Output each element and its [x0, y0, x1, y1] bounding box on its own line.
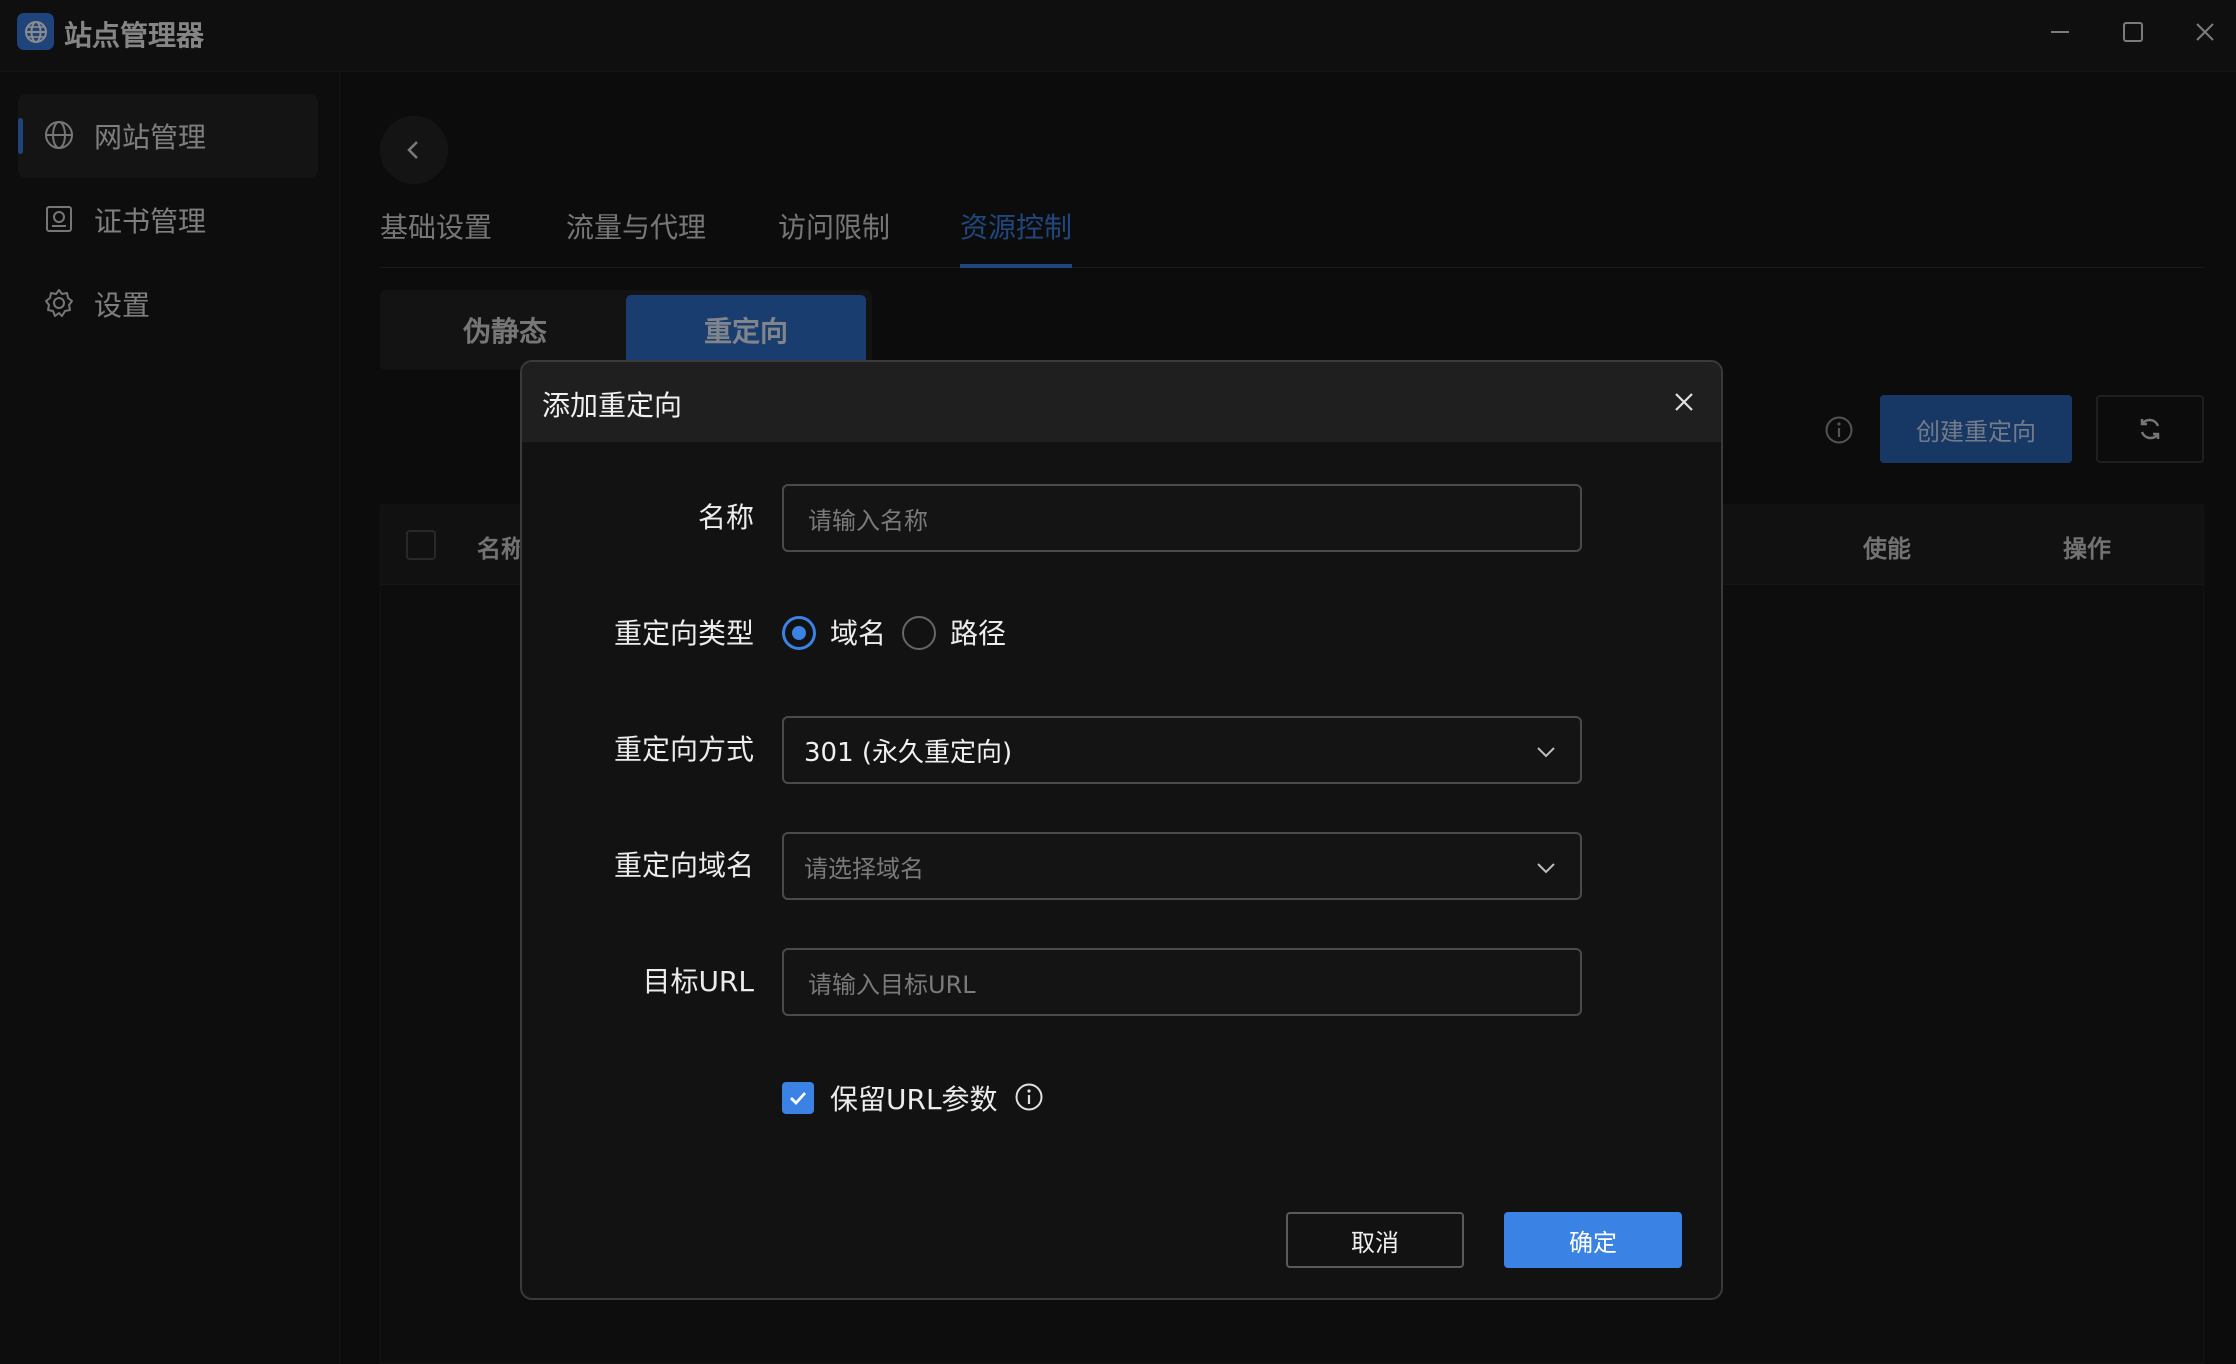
redirect-method-select[interactable]: 301 (永久重定向): [782, 716, 1582, 784]
dialog-title: 添加重定向: [542, 389, 683, 422]
target-url-placeholder: 请输入目标URL: [808, 970, 976, 999]
name-label: 名称: [697, 501, 754, 534]
name-input[interactable]: 请输入名称: [782, 484, 1582, 552]
radio-domain-label: 域名: [830, 617, 887, 650]
chevron-down-icon: [1537, 747, 1555, 758]
keep-url-params-checkbox[interactable]: [782, 1082, 814, 1114]
radio-path[interactable]: [902, 616, 936, 650]
name-placeholder: 请输入名称: [808, 506, 928, 535]
keep-url-params-label: 保留URL参数: [830, 1083, 998, 1116]
close-icon[interactable]: [1672, 390, 1696, 414]
cancel-button[interactable]: 取消: [1286, 1212, 1464, 1268]
dialog-header: 添加重定向: [522, 362, 1721, 442]
radio-domain[interactable]: [782, 616, 816, 650]
redirect-type-label: 重定向类型: [613, 617, 754, 650]
checkmark-icon: [790, 1092, 807, 1106]
target-url-label: 目标URL: [642, 965, 754, 998]
info-icon[interactable]: [1014, 1082, 1044, 1112]
redirect-method-value: 301 (永久重定向): [804, 737, 1013, 768]
confirm-button[interactable]: 确定: [1504, 1212, 1682, 1268]
add-redirect-dialog: 添加重定向 名称 请输入名称 重定向类型 域名 路径 重定向方式 301 (永久…: [520, 360, 1723, 1300]
target-url-input[interactable]: 请输入目标URL: [782, 948, 1582, 1016]
redirect-domain-label: 重定向域名: [613, 849, 754, 882]
redirect-domain-select[interactable]: 请选择域名: [782, 832, 1582, 900]
radio-path-label: 路径: [950, 617, 1007, 650]
redirect-method-label: 重定向方式: [613, 733, 754, 766]
redirect-domain-placeholder: 请选择域名: [804, 854, 924, 883]
chevron-down-icon: [1537, 863, 1555, 874]
